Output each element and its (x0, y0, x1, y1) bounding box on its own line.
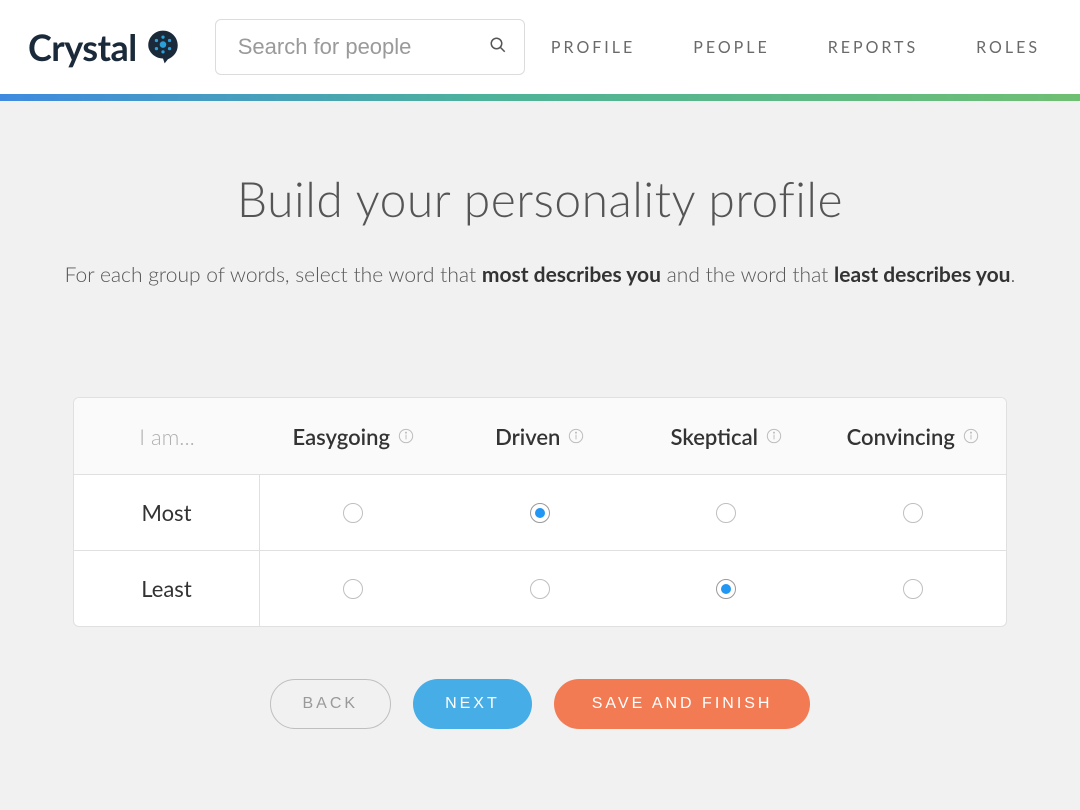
radio-cell (260, 551, 447, 626)
radio-least-convincing[interactable] (903, 579, 923, 599)
nav-profile[interactable]: PROFILE (551, 38, 635, 57)
info-icon[interactable] (568, 428, 584, 444)
radio-most-driven[interactable] (530, 503, 550, 523)
trait-header: Driven (447, 398, 634, 474)
trait-header: Convincing (820, 398, 1007, 474)
page-subtitle: For each group of words, select the word… (65, 262, 1016, 287)
action-buttons: BACK NEXT SAVE AND FINISH (270, 679, 811, 729)
radio-cell (447, 551, 634, 626)
radio-cell (447, 475, 634, 550)
gradient-divider (0, 94, 1080, 101)
back-button[interactable]: BACK (270, 679, 392, 729)
primary-nav: PROFILE PEOPLE REPORTS ROLES (551, 38, 1040, 57)
subtitle-text: and the word that (661, 262, 834, 287)
info-icon[interactable] (766, 428, 782, 444)
radio-most-convincing[interactable] (903, 503, 923, 523)
radio-cell (820, 551, 1007, 626)
app-header: Crystal PROFILE PEOPLE REPORTS ROLES (0, 0, 1080, 94)
brand-name: Crystal (28, 25, 137, 69)
table-row: Most (74, 474, 1006, 550)
info-icon[interactable] (963, 428, 979, 444)
brand-mark-icon (145, 29, 181, 65)
radio-cell (260, 475, 447, 550)
nav-reports[interactable]: REPORTS (828, 38, 918, 57)
search-container (215, 19, 525, 75)
main-content: Build your personality profile For each … (0, 101, 1080, 810)
brand-logo[interactable]: Crystal (28, 25, 181, 69)
next-button[interactable]: NEXT (413, 679, 532, 729)
row-label: Most (74, 475, 260, 550)
nav-people[interactable]: PEOPLE (693, 38, 769, 57)
save-and-finish-button[interactable]: SAVE AND FINISH (554, 679, 811, 729)
radio-least-driven[interactable] (530, 579, 550, 599)
subtitle-text: . (1011, 262, 1016, 287)
info-icon[interactable] (398, 428, 414, 444)
table-header-row: I am... Easygoing Driven Skeptical Convinci… (74, 398, 1006, 474)
subtitle-bold-2: least describes you (834, 262, 1010, 287)
nav-roles[interactable]: ROLES (976, 38, 1040, 57)
trait-label: Driven (495, 423, 560, 450)
page-title: Build your personality profile (237, 171, 843, 228)
radio-cell (633, 475, 820, 550)
table-row: Least (74, 550, 1006, 626)
table-corner-label: I am... (74, 398, 260, 474)
trait-table: I am... Easygoing Driven Skeptical Convinci… (73, 397, 1007, 627)
radio-cell (633, 551, 820, 626)
search-icon[interactable] (489, 36, 507, 58)
trait-header: Skeptical (633, 398, 820, 474)
radio-most-skeptical[interactable] (716, 503, 736, 523)
search-input[interactable] (215, 19, 525, 75)
radio-cell (820, 475, 1007, 550)
trait-header: Easygoing (260, 398, 447, 474)
radio-least-skeptical[interactable] (716, 579, 736, 599)
subtitle-text: For each group of words, select the word… (65, 262, 482, 287)
trait-label: Skeptical (671, 423, 758, 450)
row-label: Least (74, 551, 260, 626)
radio-most-easygoing[interactable] (343, 503, 363, 523)
trait-label: Convincing (847, 423, 955, 450)
radio-least-easygoing[interactable] (343, 579, 363, 599)
subtitle-bold-1: most describes you (482, 262, 661, 287)
trait-label: Easygoing (292, 423, 390, 450)
